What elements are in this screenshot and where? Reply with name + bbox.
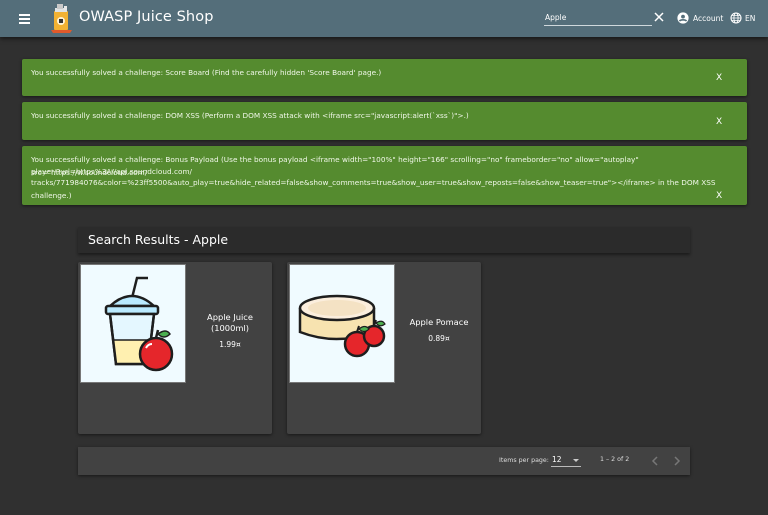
challenge-solved-alert: You successfully solved a challenge: DOM… (22, 102, 747, 140)
pomace-apples-icon (298, 294, 386, 357)
next-page-button[interactable] (671, 455, 683, 467)
search-input[interactable] (544, 9, 652, 26)
chevron-left-icon (651, 456, 658, 466)
app-title[interactable]: OWASP Juice Shop (79, 9, 214, 25)
product-price: 1.99¤ (219, 340, 241, 349)
product-card[interactable]: Apple Pomace 0.89¤ (287, 262, 481, 434)
search-results-header: Search Results - Apple (78, 227, 690, 253)
product-name: Apple Pomace (409, 317, 469, 327)
close-icon[interactable] (653, 11, 665, 23)
globe-icon (730, 12, 742, 24)
alert-text-line: tracks/771984076&color=%23ff5500&auto_pl… (31, 178, 716, 200)
product-card[interactable]: Apple Juice (1000ml) 1.99¤ (78, 262, 272, 434)
account-circle-icon (677, 12, 689, 24)
alert-text: You successfully solved a challenge: Sco… (31, 68, 382, 77)
alert-text: You successfully solved a challenge: DOM… (31, 111, 469, 120)
menu-icon (19, 14, 30, 16)
language-button[interactable]: EN (730, 10, 755, 26)
search-results-title: Search Results - Apple (88, 232, 229, 247)
paginator: Items per page: 12 1 – 2 of 2 (78, 447, 690, 475)
items-per-page-select[interactable]: 12 (551, 454, 581, 467)
top-toolbar: OWASP Juice Shop Account EN (0, 0, 768, 37)
menu-button[interactable] (17, 10, 35, 28)
menu-icon-bar (19, 22, 30, 24)
product-image (80, 264, 186, 383)
dropdown-arrow-icon (573, 459, 579, 462)
product-image (289, 264, 395, 383)
menu-icon-bar (19, 18, 30, 20)
previous-page-button[interactable] (649, 455, 661, 467)
juice-cup-apple-icon (104, 276, 174, 371)
account-button[interactable]: Account (677, 10, 723, 26)
product-price: 0.89¤ (428, 334, 450, 343)
alert-close-button[interactable]: X (716, 191, 722, 201)
juice-shop-logo-icon[interactable] (48, 2, 76, 34)
items-per-page-value: 12 (552, 455, 562, 464)
product-name: Apple Juice (207, 312, 253, 322)
alert-close-button[interactable]: X (716, 73, 722, 83)
challenge-solved-alert: You successfully solved a challenge: Bon… (22, 146, 747, 205)
account-label: Account (693, 13, 724, 23)
language-label: EN (745, 13, 756, 23)
page-range-label: 1 – 2 of 2 (600, 456, 630, 463)
items-per-page-label: Items per page: (499, 457, 549, 464)
alert-close-button[interactable]: X (716, 117, 722, 127)
chevron-right-icon (674, 456, 681, 466)
product-name-line2: (1000ml) (211, 323, 249, 333)
challenge-solved-alert: You successfully solved a challenge: Sco… (22, 59, 747, 96)
